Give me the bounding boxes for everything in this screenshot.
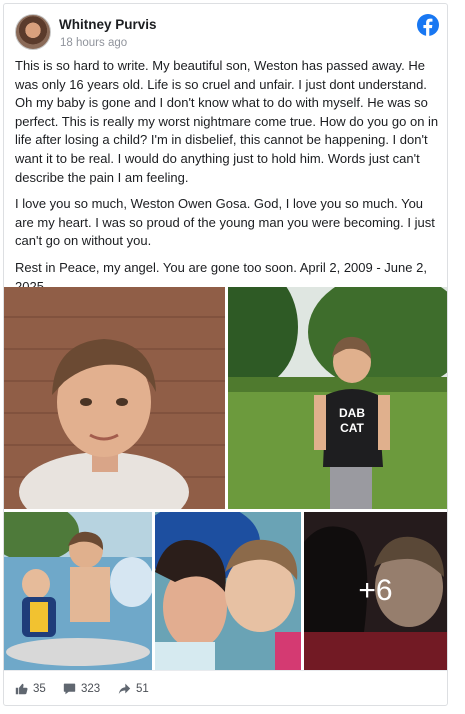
photo-boy-on-grass[interactable]: DAB CAT (228, 287, 447, 509)
engagement-bar: 35 323 51 (4, 670, 447, 705)
likes-stat[interactable]: 35 (15, 682, 46, 695)
comments-stat[interactable]: 323 (63, 682, 100, 695)
comments-count: 323 (81, 682, 101, 695)
author-avatar[interactable] (15, 14, 51, 50)
shares-stat[interactable]: 51 (118, 682, 149, 695)
thumbs-up-icon (15, 683, 28, 695)
facebook-icon[interactable] (417, 14, 439, 36)
post-header: Whitney Purvis 18 hours ago (15, 12, 439, 56)
photo-more-overlay[interactable]: +6 (304, 512, 447, 670)
shares-count: 51 (136, 682, 149, 695)
post-timestamp[interactable]: 18 hours ago (60, 37, 127, 49)
facebook-post-card: Whitney Purvis 18 hours ago This is so h… (3, 3, 448, 706)
share-arrow-icon (118, 683, 131, 695)
svg-text:CAT: CAT (340, 421, 364, 435)
photo-mother-son-selfie[interactable] (155, 512, 301, 670)
post-paragraph: This is so hard to write. My beautiful s… (15, 58, 439, 185)
photo-boy-in-pool[interactable] (4, 512, 152, 670)
photo-grid: DAB CAT +6 (4, 287, 447, 670)
photo-boy-brick-wall[interactable] (4, 287, 225, 509)
more-photos-count: +6 (304, 512, 447, 670)
comment-icon (63, 683, 76, 695)
post-body: This is so hard to write. My beautiful s… (15, 57, 439, 304)
svg-text:DAB: DAB (339, 406, 365, 420)
author-name[interactable]: Whitney Purvis (59, 17, 157, 32)
likes-count: 35 (33, 682, 46, 695)
post-paragraph: I love you so much, Weston Owen Gosa. Go… (15, 196, 435, 249)
